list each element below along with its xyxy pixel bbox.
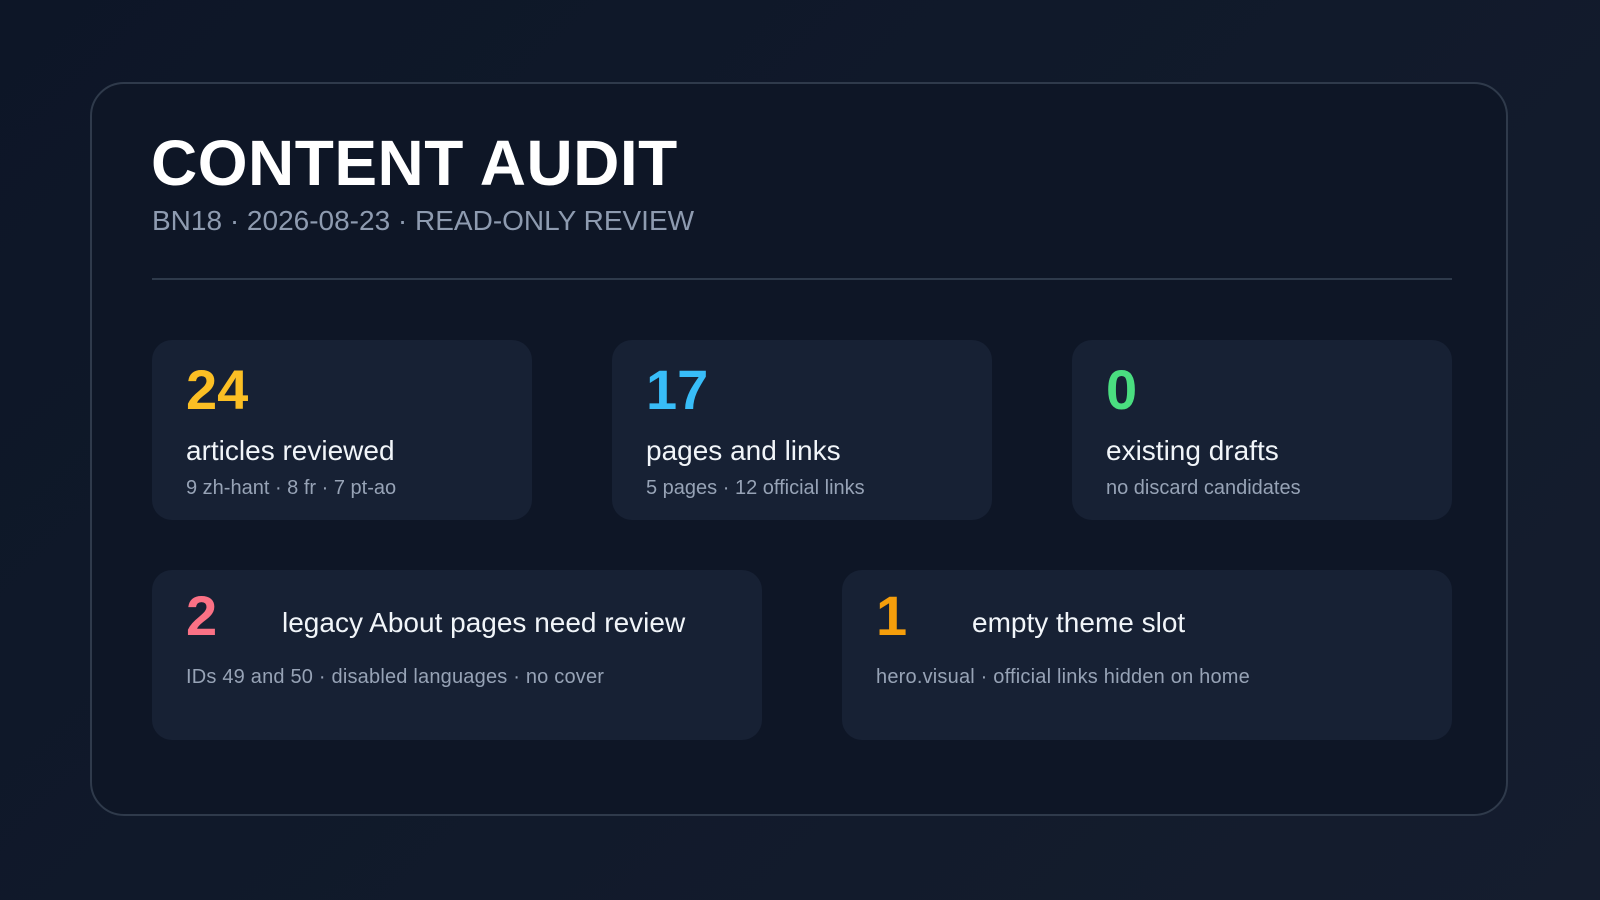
page-subtitle: BN18 · 2026-08-23 · READ-ONLY REVIEW — [152, 205, 695, 236]
stat-detail-drafts: no discard candidates — [1106, 477, 1301, 499]
stat-value-pages-links: 17 — [646, 358, 709, 421]
stat-card-drafts: 0 existing drafts no discard candidates — [1072, 340, 1452, 520]
stat-value-drafts: 0 — [1106, 358, 1138, 421]
stat-card-articles: 24 articles reviewed 9 zh-hant · 8 fr · … — [152, 340, 532, 520]
stat-label-articles: articles reviewed — [186, 435, 395, 466]
page-title: CONTENT AUDIT — [151, 127, 678, 199]
stat-card-pages-links: 17 pages and links 5 pages · 12 official… — [612, 340, 992, 520]
stat-value-articles: 24 — [186, 358, 249, 421]
issue-label-legacy-about: legacy About pages need review — [282, 607, 686, 638]
issue-detail-theme-slot: hero.visual · official links hidden on h… — [876, 666, 1250, 688]
issue-detail-legacy-about: IDs 49 and 50 · disabled languages · no … — [186, 666, 605, 688]
issue-card-theme-slot: 1 empty theme slot hero.visual · officia… — [842, 570, 1452, 740]
audit-panel: CONTENT AUDIT BN18 · 2026-08-23 · READ-O… — [90, 82, 1508, 816]
stat-label-pages-links: pages and links — [646, 435, 841, 466]
issue-label-theme-slot: empty theme slot — [972, 607, 1186, 638]
header-divider — [152, 278, 1452, 280]
issue-value-legacy-about: 2 — [186, 584, 218, 647]
issue-card-legacy-about: 2 legacy About pages need review IDs 49 … — [152, 570, 762, 740]
stat-detail-pages-links: 5 pages · 12 official links — [646, 477, 865, 499]
stat-label-drafts: existing drafts — [1106, 435, 1279, 466]
issue-value-theme-slot: 1 — [876, 584, 908, 647]
stat-detail-articles: 9 zh-hant · 8 fr · 7 pt-ao — [186, 477, 397, 499]
